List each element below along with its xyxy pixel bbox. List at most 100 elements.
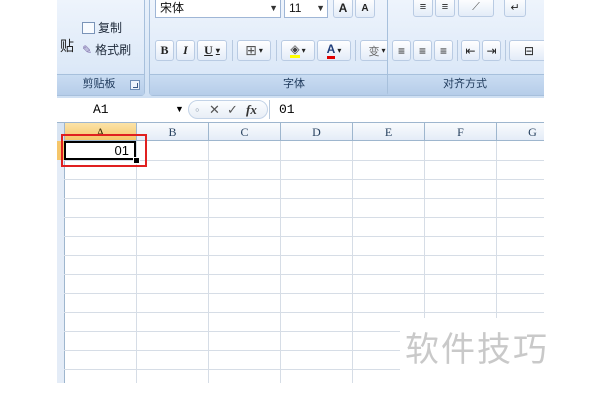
font-name-value: 宋体	[160, 1, 185, 15]
alignment-group-footer: 对齐方式	[388, 74, 544, 95]
formula-bar: A1 ▼ ◦ ✕ ✓ fx 01	[57, 98, 544, 123]
decrease-indent-button[interactable]: ⇤	[461, 40, 480, 61]
underline-label: U	[204, 43, 213, 57]
copy-label: 复制	[98, 21, 123, 35]
divider	[457, 40, 458, 61]
align-bottom-icon: ≡	[441, 1, 449, 13]
copy-icon	[82, 21, 95, 34]
shrink-font-button[interactable]: A	[355, 0, 375, 18]
formula-input[interactable]: 01	[269, 100, 544, 119]
shrink-font-icon: A	[361, 2, 369, 14]
column-header-g[interactable]: G	[497, 123, 544, 141]
chevron-down-icon: ▾	[381, 46, 386, 55]
column-gridline	[208, 141, 209, 383]
chevron-down-icon: ▾	[337, 46, 342, 55]
row-gridline	[64, 293, 544, 294]
chevron-down-icon: ▾	[301, 46, 306, 55]
align-center-icon: ≡	[418, 43, 426, 58]
orientation-button[interactable]: ⟋	[458, 0, 494, 17]
divider	[355, 40, 356, 61]
paste-button[interactable]: 贴	[57, 26, 78, 66]
merge-center-icon: ⊟	[523, 43, 535, 58]
row-gridline	[64, 179, 544, 180]
alignment-group-label: 对齐方式	[443, 78, 487, 90]
column-gridline	[280, 141, 281, 383]
chevron-down-icon[interactable]: ▼	[175, 100, 184, 119]
paste-label: 贴	[60, 38, 74, 54]
align-right-icon: ≡	[439, 43, 447, 58]
enter-icon[interactable]: ✓	[227, 101, 238, 118]
clipboard-launcher-icon[interactable]	[130, 80, 140, 90]
align-middle-button[interactable]: ≡	[413, 0, 433, 17]
grow-font-icon: A	[338, 1, 348, 15]
align-center-button[interactable]: ≡	[413, 40, 432, 61]
phonetic-label: 变	[368, 45, 380, 58]
divider	[276, 40, 277, 61]
chevron-down-icon: ▾	[258, 46, 263, 55]
font-color-icon: A	[326, 42, 336, 59]
resize-handle-icon[interactable]: ◦	[195, 101, 200, 118]
name-box-value: A1	[93, 102, 109, 117]
insert-function-button[interactable]: fx	[246, 101, 257, 118]
grow-font-button[interactable]: A	[333, 0, 353, 18]
cancel-icon[interactable]: ✕	[209, 101, 220, 118]
divider	[505, 40, 506, 61]
format-painter-icon: ✎	[82, 42, 93, 57]
font-group-label: 字体	[283, 78, 305, 90]
underline-button[interactable]: U ▾	[197, 40, 227, 61]
fill-color-button[interactable]: ◈ ▾	[281, 40, 315, 61]
bold-button[interactable]: B	[155, 40, 174, 61]
decrease-indent-icon: ⇤	[465, 43, 476, 58]
divider	[232, 40, 233, 61]
chevron-down-icon: ▾	[215, 46, 220, 55]
italic-button[interactable]: I	[176, 40, 195, 61]
alignment-group: ≡ ≡ ⟋ ↵ ≡ ≡ ≡ ⇤ ⇥ ⊟ 对齐方式	[387, 0, 544, 96]
font-size-value: 11	[289, 1, 302, 15]
column-header-e[interactable]: E	[353, 123, 425, 141]
column-header-c[interactable]: C	[209, 123, 281, 141]
column-header-b[interactable]: B	[137, 123, 209, 141]
merge-center-button[interactable]: ⊟	[509, 40, 544, 61]
watermark-text: 软件技巧	[405, 330, 549, 370]
font-size-combo[interactable]: 11 ▼	[284, 0, 328, 18]
borders-button[interactable]: ⊞ ▾	[237, 40, 271, 61]
orientation-icon: ⟋	[472, 0, 480, 13]
font-color-button[interactable]: A ▾	[317, 40, 351, 61]
clipboard-group-label: 剪贴板	[82, 78, 116, 90]
align-middle-icon: ≡	[419, 1, 427, 13]
row-gridline	[64, 255, 544, 256]
column-header-f[interactable]: F	[425, 123, 497, 141]
bold-label: B	[160, 43, 169, 57]
chevron-down-icon: ▼	[269, 3, 278, 13]
wrap-text-icon: ↵	[510, 1, 520, 14]
wrap-text-button[interactable]: ↵	[504, 0, 526, 17]
row-headers[interactable]	[57, 141, 65, 383]
fill-color-icon: ◈	[290, 42, 300, 58]
row-gridline	[64, 217, 544, 218]
increase-indent-button[interactable]: ⇥	[482, 40, 501, 61]
column-gridline	[352, 141, 353, 383]
italic-label: I	[183, 43, 188, 57]
name-box[interactable]: A1 ▼	[57, 100, 187, 119]
copy-button[interactable]: 复制	[82, 19, 122, 36]
chevron-down-icon: ▼	[316, 3, 325, 13]
clipboard-group: 贴 复制 ✎ 格式刷 剪贴板	[57, 0, 145, 96]
align-left-button[interactable]: ≡	[392, 40, 411, 61]
row-gridline	[64, 236, 544, 237]
row-gridline	[64, 274, 544, 275]
column-gridline	[136, 141, 137, 383]
font-name-combo[interactable]: 宋体 ▼	[155, 0, 281, 18]
ribbon: 贴 复制 ✎ 格式刷 剪贴板 宋体 ▼ 11 ▼ A A B I U ▾ ⊞ ▾…	[57, 0, 544, 98]
increase-indent-icon: ⇥	[486, 43, 497, 58]
borders-icon: ⊞	[245, 42, 257, 58]
row-gridline	[64, 312, 544, 313]
align-left-icon: ≡	[397, 43, 405, 58]
format-painter-button[interactable]: ✎ 格式刷	[82, 41, 131, 58]
format-painter-label: 格式刷	[95, 43, 132, 57]
row-gridline	[64, 198, 544, 199]
align-right-button[interactable]: ≡	[434, 40, 453, 61]
column-header-d[interactable]: D	[281, 123, 353, 141]
align-bottom-button[interactable]: ≡	[435, 0, 455, 17]
annotation-highlight-box	[61, 134, 147, 167]
formula-controls: ◦ ✕ ✓ fx	[188, 100, 268, 119]
